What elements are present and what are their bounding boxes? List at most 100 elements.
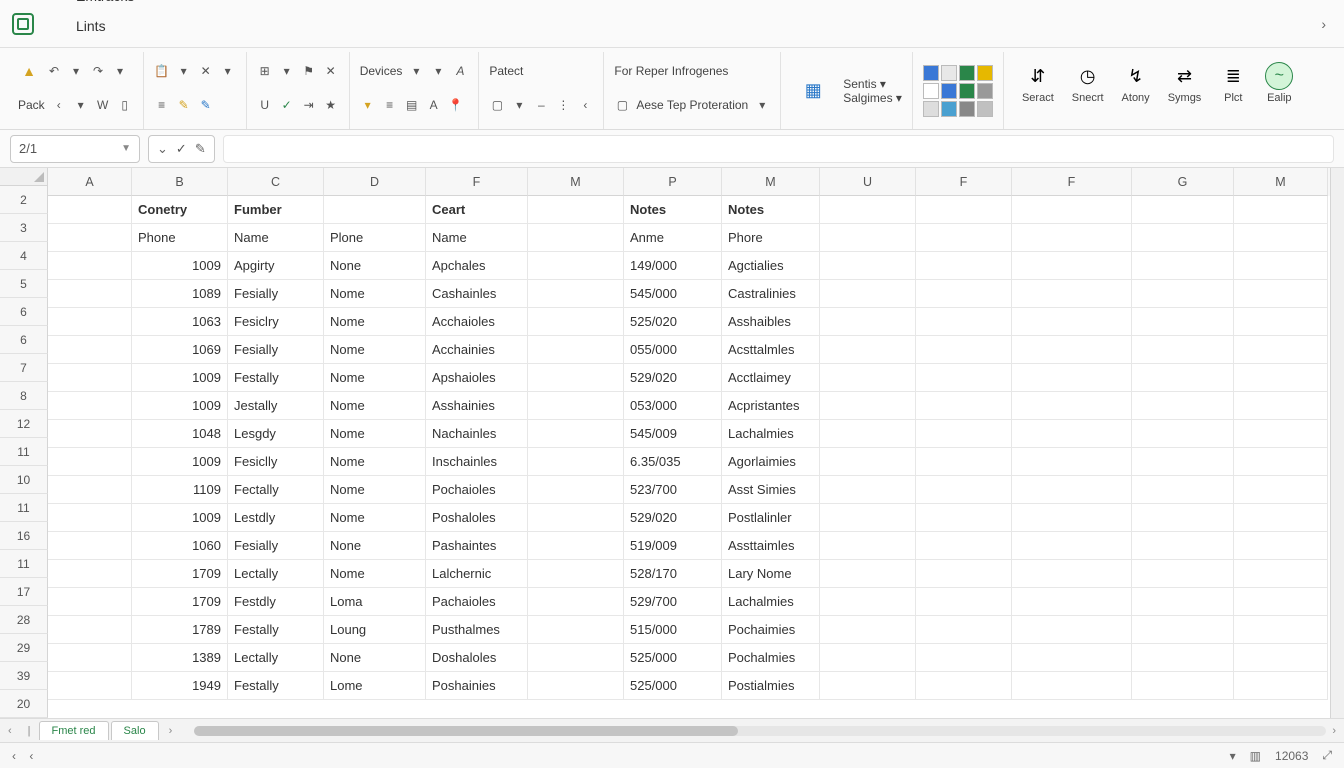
- cell[interactable]: [1012, 644, 1132, 672]
- cell[interactable]: None: [324, 252, 426, 280]
- column-header[interactable]: M: [1234, 168, 1328, 196]
- cell[interactable]: [1132, 644, 1234, 672]
- cell[interactable]: 1709: [132, 560, 228, 588]
- row-header[interactable]: 8: [0, 382, 48, 410]
- cell[interactable]: [820, 196, 916, 224]
- column-header[interactable]: C: [228, 168, 324, 196]
- cell[interactable]: [1132, 364, 1234, 392]
- cell[interactable]: Lalchernic: [426, 560, 528, 588]
- vertical-scrollbar[interactable]: [1330, 168, 1344, 718]
- cell[interactable]: Nome: [324, 336, 426, 364]
- cell[interactable]: [1234, 560, 1328, 588]
- tool-atony[interactable]: ↯Atony: [1114, 58, 1158, 108]
- cell[interactable]: [1012, 560, 1132, 588]
- cell[interactable]: Fesiclly: [228, 448, 324, 476]
- cell[interactable]: Acpristantes: [722, 392, 820, 420]
- cell[interactable]: [528, 420, 624, 448]
- salgimes-label[interactable]: Salgimes ▾: [843, 91, 902, 105]
- cell[interactable]: [820, 560, 916, 588]
- cell[interactable]: [48, 672, 132, 700]
- cell[interactable]: 149/000: [624, 252, 722, 280]
- cell[interactable]: Nome: [324, 308, 426, 336]
- cell[interactable]: 1389: [132, 644, 228, 672]
- cell[interactable]: [528, 448, 624, 476]
- column-header[interactable]: P: [624, 168, 722, 196]
- dropdown-icon[interactable]: ▾: [430, 63, 446, 79]
- group-icon[interactable]: ⊞: [257, 63, 273, 79]
- cell[interactable]: [1012, 196, 1132, 224]
- cell[interactable]: 1060: [132, 532, 228, 560]
- cell[interactable]: [1012, 336, 1132, 364]
- sheet-tab[interactable]: Fmet red: [39, 721, 109, 740]
- cell[interactable]: [916, 448, 1012, 476]
- cell[interactable]: [916, 364, 1012, 392]
- cell[interactable]: [1012, 532, 1132, 560]
- tool-symgs[interactable]: ⇄Symgs: [1160, 58, 1210, 108]
- row-header[interactable]: 12: [0, 410, 48, 438]
- cell[interactable]: Castralinies: [722, 280, 820, 308]
- cell[interactable]: 528/170: [624, 560, 722, 588]
- sheet-tab[interactable]: Salo: [111, 721, 159, 740]
- cell[interactable]: 1009: [132, 364, 228, 392]
- cell[interactable]: Apchales: [426, 252, 528, 280]
- cell[interactable]: Name: [426, 224, 528, 252]
- cell[interactable]: [820, 224, 916, 252]
- sentis-label[interactable]: Sentis ▾: [843, 77, 902, 91]
- cell[interactable]: Poshaloles: [426, 504, 528, 532]
- cell[interactable]: Postialmies: [722, 672, 820, 700]
- cell[interactable]: [820, 392, 916, 420]
- cell[interactable]: [1012, 504, 1132, 532]
- cell[interactable]: [48, 644, 132, 672]
- column-header[interactable]: F: [1012, 168, 1132, 196]
- row-headers[interactable]: 234566781211101116111728293920: [0, 186, 48, 718]
- cell[interactable]: Lary Nome: [722, 560, 820, 588]
- cell[interactable]: [1234, 196, 1328, 224]
- cell[interactable]: 529/700: [624, 588, 722, 616]
- accept-icon[interactable]: ✓: [176, 141, 187, 157]
- row-header[interactable]: 11: [0, 438, 48, 466]
- cell[interactable]: [1012, 616, 1132, 644]
- cell[interactable]: Nome: [324, 560, 426, 588]
- cell[interactable]: Poshainies: [426, 672, 528, 700]
- cell[interactable]: 1009: [132, 392, 228, 420]
- cell[interactable]: 1089: [132, 280, 228, 308]
- cell[interactable]: [1234, 476, 1328, 504]
- cell[interactable]: [1012, 280, 1132, 308]
- cell[interactable]: [916, 420, 1012, 448]
- cell[interactable]: Asshaibles: [722, 308, 820, 336]
- highlight-icon[interactable]: ✎: [176, 97, 192, 113]
- column-header[interactable]: F: [916, 168, 1012, 196]
- cell[interactable]: [528, 224, 624, 252]
- pen-icon[interactable]: ✎: [198, 97, 214, 113]
- status-prev-icon[interactable]: ‹: [29, 749, 33, 763]
- cell[interactable]: [916, 532, 1012, 560]
- cell[interactable]: Nome: [324, 420, 426, 448]
- cell[interactable]: Nome: [324, 392, 426, 420]
- cell[interactable]: [820, 308, 916, 336]
- cell[interactable]: [1234, 504, 1328, 532]
- patect-label[interactable]: Patect: [489, 64, 523, 78]
- cell[interactable]: [1132, 616, 1234, 644]
- cell[interactable]: [1132, 588, 1234, 616]
- cell[interactable]: [48, 392, 132, 420]
- cell[interactable]: [916, 224, 1012, 252]
- cell[interactable]: Apshaioles: [426, 364, 528, 392]
- cell[interactable]: [528, 252, 624, 280]
- cell[interactable]: [1012, 476, 1132, 504]
- cell[interactable]: [1132, 420, 1234, 448]
- row-header[interactable]: 16: [0, 522, 48, 550]
- cell[interactable]: [820, 252, 916, 280]
- column-header[interactable]: F: [426, 168, 528, 196]
- check-icon[interactable]: ✓: [279, 97, 295, 113]
- cell[interactable]: [1132, 504, 1234, 532]
- cell[interactable]: [1234, 392, 1328, 420]
- cell[interactable]: [48, 196, 132, 224]
- cell[interactable]: [1234, 252, 1328, 280]
- scroll-right-icon[interactable]: ›: [1332, 725, 1336, 737]
- cell[interactable]: [1132, 308, 1234, 336]
- cell[interactable]: [528, 672, 624, 700]
- cell[interactable]: 529/020: [624, 504, 722, 532]
- cell[interactable]: Name: [228, 224, 324, 252]
- cell[interactable]: [1012, 224, 1132, 252]
- cell[interactable]: [1132, 560, 1234, 588]
